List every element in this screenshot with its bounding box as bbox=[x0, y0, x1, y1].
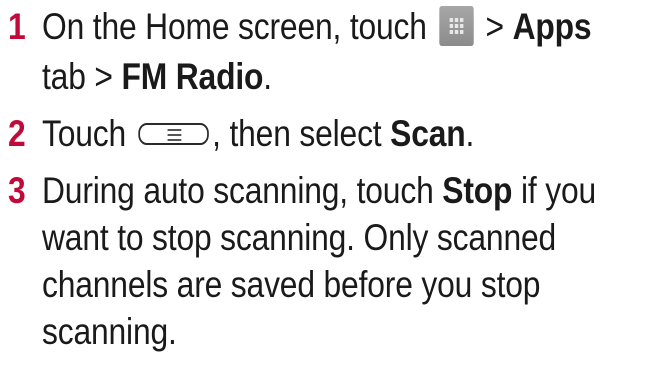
step-line: channels are saved before you stop bbox=[42, 262, 540, 308]
step-text: channels are saved before you stop bbox=[42, 264, 541, 305]
step-text: tab > bbox=[42, 56, 113, 97]
step-line: scanning. bbox=[42, 309, 177, 355]
step-number: 1 bbox=[8, 6, 26, 47]
ui-term-scan: Scan bbox=[390, 113, 466, 154]
ui-term-apps: Apps bbox=[512, 6, 592, 47]
step-text: Touch bbox=[42, 113, 127, 154]
step-line: During auto scanning, touch Stop if you bbox=[42, 168, 596, 214]
step-text: scanning. bbox=[42, 311, 177, 352]
ui-term-fm-radio: FM Radio bbox=[121, 56, 264, 97]
step-text: if you bbox=[520, 170, 597, 211]
apps-grid-icon bbox=[438, 6, 474, 47]
step-line: tab > FM Radio. bbox=[42, 54, 272, 100]
ui-term-stop: Stop bbox=[442, 170, 513, 211]
step-text: want to stop scanning. Only scanned bbox=[42, 217, 557, 258]
step-number: 3 bbox=[8, 170, 26, 211]
step-text: > bbox=[485, 6, 504, 47]
manual-page: 1 On the Home screen, touch > Apps tab >… bbox=[0, 0, 662, 372]
menu-key-icon bbox=[138, 123, 209, 146]
step-number: 2 bbox=[8, 113, 26, 154]
step-line: want to stop scanning. Only scanned bbox=[42, 215, 556, 261]
step-text: , then select bbox=[212, 113, 382, 154]
step-text: During auto scanning, touch bbox=[42, 170, 434, 211]
step-text: On the Home screen, touch bbox=[42, 6, 427, 47]
step-line: On the Home screen, touch > Apps bbox=[42, 4, 592, 52]
step-text: . bbox=[465, 113, 475, 154]
step-line: Touch , then select Scan. bbox=[42, 111, 474, 157]
step-text: . bbox=[263, 56, 272, 97]
